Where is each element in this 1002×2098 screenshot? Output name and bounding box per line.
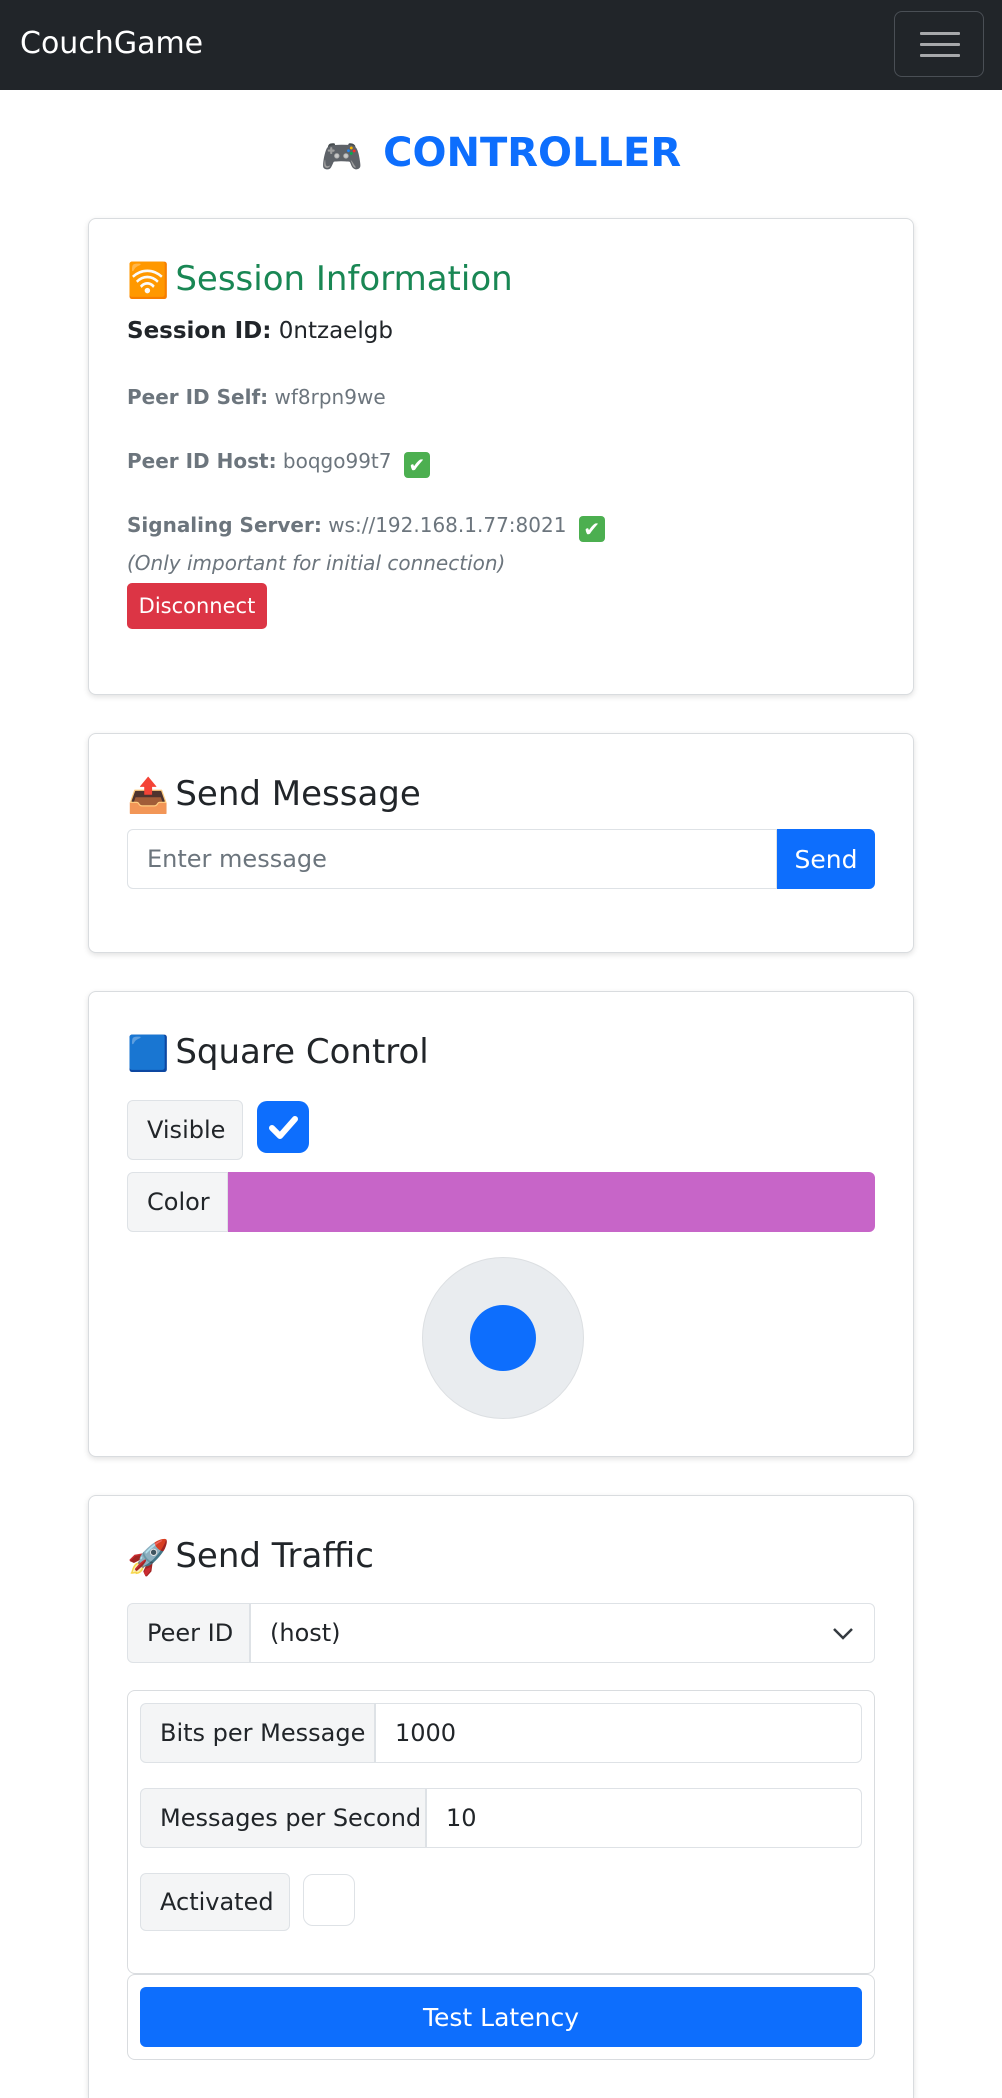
color-input-group: Color	[127, 1172, 875, 1232]
activated-checkbox[interactable]	[303, 1874, 355, 1926]
mps-label: Messages per Second	[140, 1788, 426, 1848]
hamburger-icon	[920, 32, 960, 35]
navbar: CouchGame	[0, 0, 1002, 90]
navbar-toggler-button[interactable]	[894, 11, 984, 77]
signaling-label: Signaling Server:	[127, 513, 322, 537]
peer-self-label: Peer ID Self:	[127, 385, 269, 409]
visible-label: Visible	[127, 1100, 243, 1160]
session-id-label: Session ID:	[127, 318, 272, 344]
page-title: 🎮 CONTROLLER	[0, 126, 1002, 184]
session-id-value: 0ntzaelgb	[278, 318, 393, 344]
square-control-card: 🟦 Square Control Visible Color	[88, 991, 914, 1457]
peer-id-group: Peer ID (host)	[127, 1603, 875, 1663]
send-traffic-title: 🚀 Send Traffic	[127, 1534, 374, 1580]
activated-label: Activated	[140, 1873, 290, 1931]
traffic-settings-box: Bits per Message 1000 Messages per Secon…	[127, 1690, 875, 1974]
hamburger-icon-bar	[920, 43, 960, 46]
mps-input[interactable]: 10	[426, 1788, 862, 1848]
disconnect-button[interactable]: Disconnect	[127, 583, 267, 629]
test-latency-button[interactable]: Test Latency	[140, 1987, 862, 2047]
check-icon: ✔	[403, 452, 430, 478]
navbar-brand[interactable]: CouchGame	[20, 26, 203, 62]
message-input[interactable]	[127, 829, 777, 889]
message-input-group: Send	[127, 829, 875, 889]
send-traffic-card: 🚀 Send Traffic Peer ID (host) Bits per Me…	[88, 1495, 914, 2098]
peer-host-value: boqgo99t7	[282, 449, 392, 473]
send-message-title: 📤 Send Message	[127, 772, 421, 818]
bits-input[interactable]: 1000	[375, 1703, 862, 1763]
peer-id-select-value: (host)	[270, 1619, 341, 1647]
signaling-note: (Only important for initial connection)	[127, 551, 506, 575]
joystick-knob[interactable]	[470, 1305, 536, 1371]
checkmark-icon	[269, 1116, 298, 1139]
hamburger-icon-bar	[920, 54, 960, 57]
send-traffic-title-text: Send Traffic	[175, 1536, 374, 1576]
peer-id-label: Peer ID	[127, 1603, 250, 1663]
send-message-card: 📤Send Message Send	[88, 733, 914, 953]
send-button[interactable]: Send	[777, 829, 875, 889]
session-card: 🛜 Session Information Session ID: 0ntzael…	[88, 218, 914, 695]
rocket-icon: 🚀	[127, 1538, 170, 1578]
latency-box: Test Latency	[127, 1974, 875, 2060]
bits-label: Bits per Message	[140, 1703, 375, 1763]
peer-id-select[interactable]: (host)	[250, 1603, 875, 1663]
gamepad-icon: 🎮	[320, 137, 364, 177]
chevron-down-icon	[833, 1628, 853, 1640]
session-id-line: Session ID: 0ntzaelgb	[127, 317, 393, 345]
peer-self-value: wf8rpn9we	[274, 385, 386, 409]
peer-host-line: Peer ID Host: boqgo99t7 ✔	[127, 447, 430, 478]
wifi-icon: 🛜	[127, 261, 170, 301]
page-title-text: CONTROLLER	[383, 130, 682, 176]
square-control-title: 🟦 Square Control	[127, 1030, 429, 1076]
check-icon: ✔	[578, 516, 605, 542]
peer-self-line: Peer ID Self: wf8rpn9we	[127, 383, 386, 411]
blue-square-icon: 🟦	[127, 1034, 170, 1074]
color-picker[interactable]	[228, 1172, 875, 1232]
peer-host-label: Peer ID Host:	[127, 449, 277, 473]
joystick-pad[interactable]	[422, 1257, 584, 1419]
color-label: Color	[127, 1172, 228, 1232]
signaling-line: Signaling Server: ws://192.168.1.77:8021…	[127, 511, 605, 542]
signaling-value: ws://192.168.1.77:8021	[328, 513, 567, 537]
outbox-icon: 📤	[127, 776, 170, 816]
square-control-title-text: Square Control	[175, 1032, 429, 1072]
session-title-text: Session Information	[175, 259, 513, 299]
session-title: 🛜 Session Information	[127, 257, 513, 303]
mps-group: Messages per Second 10	[140, 1788, 862, 1848]
bits-group: Bits per Message 1000	[140, 1703, 862, 1763]
send-message-title-text: Send Message	[175, 774, 421, 814]
visible-checkbox[interactable]	[257, 1101, 309, 1153]
